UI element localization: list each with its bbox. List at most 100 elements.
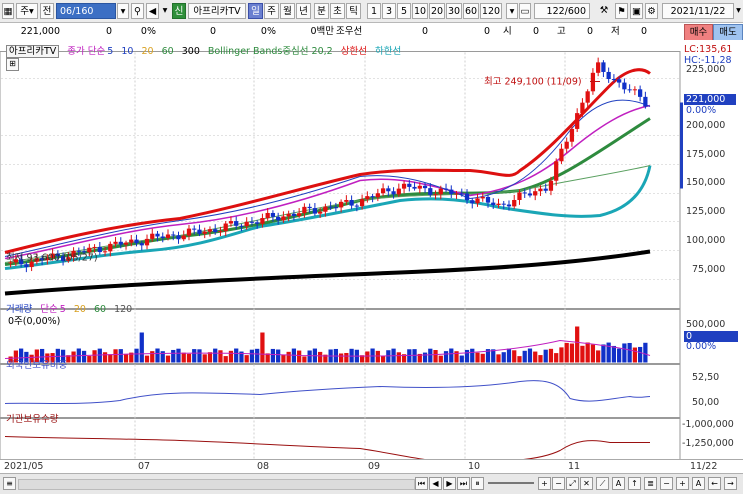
buy-button[interactable]: 매수 bbox=[684, 24, 713, 41]
prev-icon[interactable]: ◀ bbox=[429, 477, 442, 490]
first-icon[interactable]: ⏮ bbox=[415, 477, 428, 490]
tab-minute[interactable]: 분 bbox=[314, 3, 329, 19]
trend-icon[interactable]: ⟋ bbox=[596, 477, 609, 490]
grid-icon[interactable]: ▦ bbox=[2, 3, 14, 19]
arrow-up-icon[interactable]: ↑ bbox=[628, 477, 641, 490]
candle-body bbox=[108, 243, 113, 252]
candle-body bbox=[386, 188, 391, 192]
volume-bar bbox=[171, 349, 176, 363]
sell-button[interactable]: 매도 bbox=[713, 24, 743, 41]
zoom-slider[interactable] bbox=[488, 482, 534, 484]
code-label: 주 bbox=[20, 6, 29, 17]
volume-bar bbox=[438, 355, 443, 363]
tab-tick[interactable]: 틱 bbox=[346, 3, 361, 19]
date-input[interactable]: 06/160 bbox=[56, 3, 116, 19]
tab-week[interactable]: 주 bbox=[264, 3, 279, 19]
plus-icon[interactable]: + bbox=[676, 477, 689, 490]
volume-bar bbox=[428, 348, 433, 363]
sound-icon[interactable]: ◀ bbox=[146, 3, 159, 19]
volume-bar bbox=[627, 342, 632, 363]
volume-bar bbox=[202, 354, 207, 363]
candle-body bbox=[318, 211, 323, 214]
tab-second[interactable]: 초 bbox=[330, 3, 345, 19]
candle-body bbox=[391, 191, 396, 195]
volume-bar bbox=[375, 350, 380, 363]
scrollbar-track[interactable] bbox=[18, 479, 415, 490]
tab-year[interactable]: 년 bbox=[296, 3, 311, 19]
volume-bar bbox=[307, 350, 312, 363]
foreign-tick-0: 52,50 bbox=[692, 372, 720, 383]
minute-30[interactable]: 30 bbox=[446, 3, 462, 19]
minute-3[interactable]: 3 bbox=[382, 3, 396, 19]
flag-icon[interactable]: ⚑ bbox=[615, 3, 628, 19]
volume-bar bbox=[139, 332, 144, 363]
settings-icon[interactable]: ≡ bbox=[3, 477, 16, 490]
minute-1[interactable]: 1 bbox=[367, 3, 381, 19]
pause-icon[interactable]: ⏸ bbox=[471, 477, 484, 490]
volume-bar bbox=[150, 351, 155, 363]
period-select[interactable]: 전 bbox=[40, 3, 54, 19]
volume-bar bbox=[338, 353, 344, 363]
candle-body bbox=[506, 204, 512, 207]
chart-toggle-icon[interactable]: ▭ bbox=[519, 3, 531, 19]
candle-body bbox=[491, 202, 496, 206]
count-input[interactable]: 122/600 bbox=[534, 3, 590, 19]
calendar-icon[interactable]: ▾ bbox=[734, 3, 743, 19]
minute-10[interactable]: 10 bbox=[412, 3, 428, 19]
candle-body bbox=[533, 191, 538, 196]
volume-bar bbox=[265, 353, 270, 363]
gear-icon[interactable]: ⚙ bbox=[645, 3, 658, 19]
minus-icon[interactable]: − bbox=[660, 477, 673, 490]
font-icon[interactable]: A bbox=[692, 477, 705, 490]
ma10-label: 10 bbox=[121, 46, 134, 57]
minute-20[interactable]: 20 bbox=[429, 3, 445, 19]
volume-bar bbox=[611, 345, 617, 363]
volume-bar bbox=[81, 350, 87, 363]
volume-bar bbox=[181, 352, 186, 363]
arrow-icon[interactable]: ▾ bbox=[160, 3, 170, 19]
price-pct: 0.00% bbox=[686, 105, 717, 116]
volume-bar bbox=[286, 351, 291, 363]
cross-icon[interactable]: ✕ bbox=[580, 477, 593, 490]
cursor-icon[interactable]: ⤢ bbox=[566, 477, 579, 490]
minute-120[interactable]: 120 bbox=[480, 3, 502, 19]
volume-bar bbox=[559, 347, 564, 363]
tab-month[interactable]: 월 bbox=[280, 3, 295, 19]
tab-day[interactable]: 일 bbox=[248, 3, 263, 19]
next-icon[interactable]: ▶ bbox=[443, 477, 456, 490]
tool-icon[interactable]: ⚒ bbox=[594, 3, 614, 19]
save-icon[interactable]: ▣ bbox=[630, 3, 643, 19]
candle-body bbox=[87, 247, 92, 253]
minute-60[interactable]: 60 bbox=[463, 3, 479, 19]
price-chart[interactable]: 최고 249,100 (11/09) 최저 93,600 (05/27) bbox=[0, 40, 743, 480]
grow-icon[interactable]: → bbox=[724, 477, 737, 490]
volume-bar bbox=[144, 355, 150, 363]
volume-bar bbox=[564, 342, 569, 363]
volume-bar bbox=[543, 349, 548, 363]
last-icon[interactable]: ⏭ bbox=[457, 477, 470, 490]
volume-bar bbox=[207, 352, 213, 363]
minute-5[interactable]: 5 bbox=[397, 3, 411, 19]
search-icon[interactable]: ⚲ bbox=[131, 3, 144, 19]
volume-bar bbox=[596, 350, 601, 363]
stock-name[interactable]: 아프리카TV bbox=[188, 3, 246, 19]
candle-body bbox=[380, 188, 386, 194]
candle-body bbox=[171, 234, 176, 236]
chevron-down-icon[interactable]: ▾ bbox=[117, 3, 129, 19]
candle-body bbox=[485, 196, 491, 203]
minute-arrow-icon[interactable]: ▾ bbox=[506, 3, 518, 19]
ma5-label: 5 bbox=[107, 46, 114, 57]
price-tick-1: 200,000 bbox=[686, 120, 726, 131]
text-tool-icon[interactable]: A bbox=[612, 477, 625, 490]
shrink-icon[interactable]: ← bbox=[708, 477, 721, 490]
volume-bar bbox=[638, 346, 643, 363]
candle-body bbox=[291, 213, 297, 216]
volume-bar bbox=[548, 348, 554, 363]
code-select[interactable]: 주▾ bbox=[16, 3, 38, 19]
lc-label: LC:135,61 bbox=[684, 44, 733, 55]
date-field[interactable]: 2021/11/22 bbox=[662, 3, 734, 19]
expand-icon[interactable]: ⊞ bbox=[6, 58, 19, 71]
zoom-in-icon[interactable]: + bbox=[538, 477, 551, 490]
fib-icon[interactable]: ≣ bbox=[644, 477, 657, 490]
zoom-out-icon[interactable]: − bbox=[552, 477, 565, 490]
